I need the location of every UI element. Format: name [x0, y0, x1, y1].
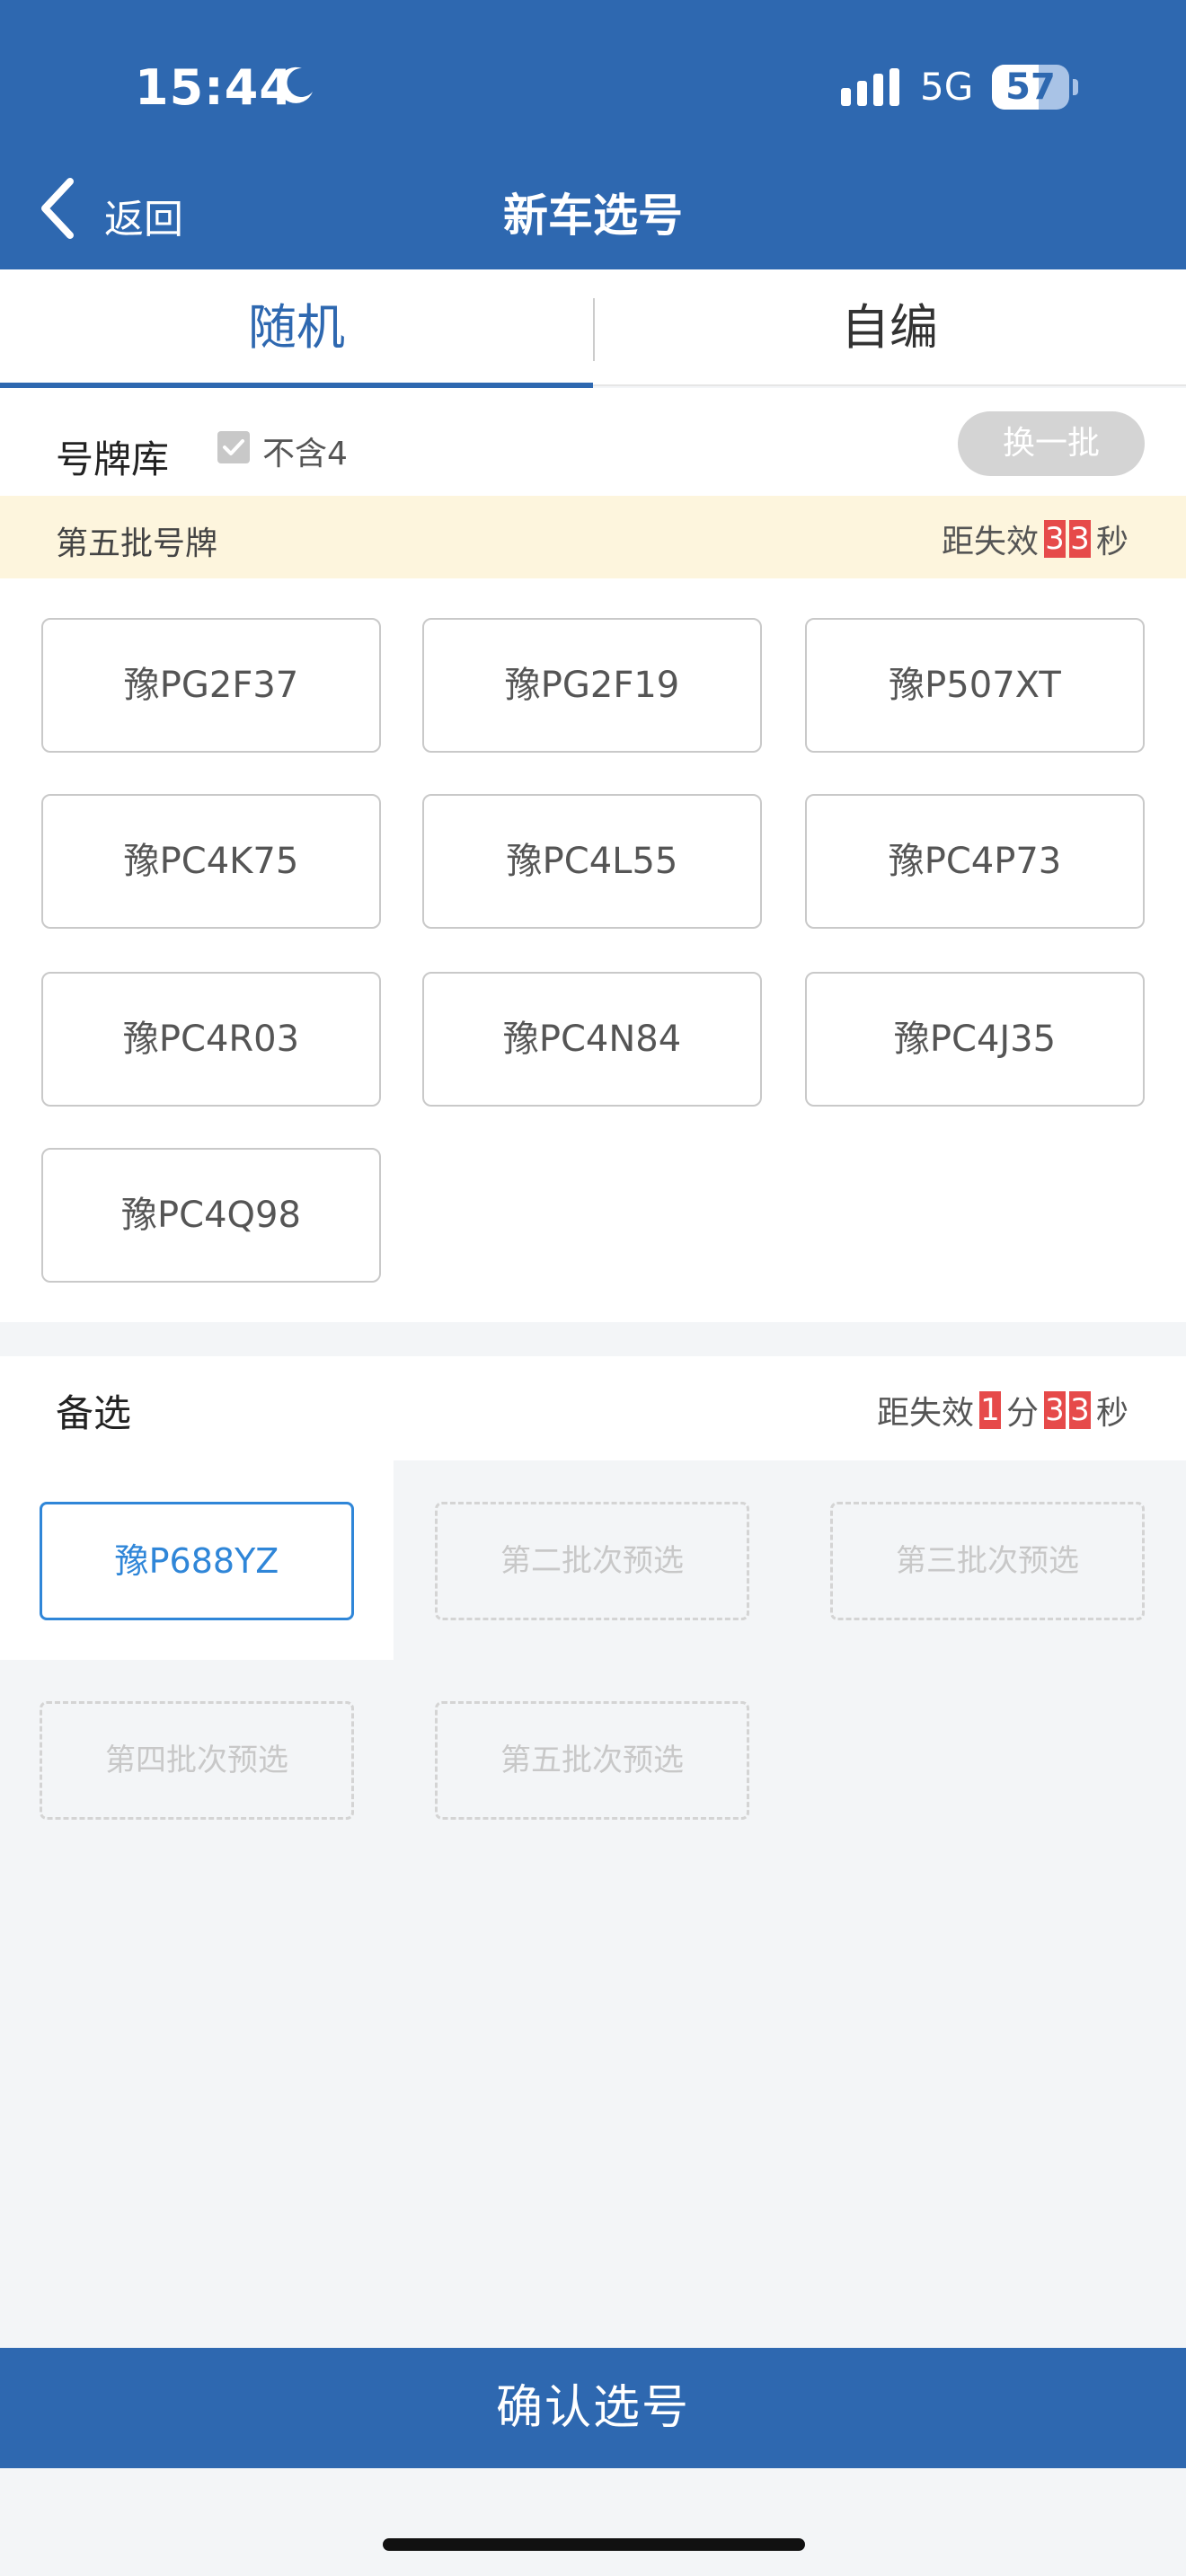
batch-title: 第五批号牌: [56, 525, 218, 562]
alternatives-header: 备选 距失效 1 分 3 3 秒: [0, 1356, 1186, 1460]
plate-option[interactable]: 豫PC4P73: [805, 794, 1145, 929]
plate-option[interactable]: 豫PC4Q98: [41, 1148, 381, 1283]
tab-bar: 随机 自编: [0, 269, 1186, 388]
checkbox-icon: [217, 431, 250, 463]
network-type: 5G: [920, 65, 974, 109]
alternatives-title: 备选: [56, 1391, 132, 1435]
app-header: 15:44 5G 57 返回 新车选号: [0, 0, 1186, 269]
plate-option[interactable]: 豫PG2F37: [41, 618, 381, 753]
countdown-digit: 3: [1043, 520, 1066, 558]
alternatives-section: 备选 距失效 1 分 3 3 秒 豫P688YZ 第二批次预选 第三批次预选 第…: [0, 1356, 1186, 1820]
countdown-seconds-unit: 秒: [1095, 1395, 1128, 1432]
signal-icon: [841, 68, 899, 106]
library-title: 号牌库: [56, 437, 170, 481]
plate-option[interactable]: 豫PC4L55: [422, 794, 762, 929]
plate-option[interactable]: 豫PC4K75: [41, 794, 381, 929]
tab-random[interactable]: 随机: [0, 269, 593, 388]
plate-option[interactable]: 豫P507XT: [805, 618, 1145, 753]
tab-random-label: 随机: [248, 299, 345, 356]
plate-option[interactable]: 豫PC4R03: [41, 972, 381, 1107]
alternative-slot[interactable]: 第二批次预选: [435, 1502, 749, 1620]
plate-option[interactable]: 豫PC4J35: [805, 972, 1145, 1107]
countdown-digit: 3: [1043, 1391, 1066, 1429]
confirm-button[interactable]: 确认选号: [0, 2348, 1186, 2468]
countdown-minutes-unit: 分: [1005, 1395, 1039, 1432]
alternative-slot[interactable]: 第五批次预选: [435, 1701, 749, 1820]
countdown-digit: 1: [978, 1391, 1001, 1429]
tab-custom[interactable]: 自编: [593, 269, 1186, 386]
checkmark-icon: [223, 439, 244, 455]
batch-countdown: 距失效 3 3 秒: [938, 516, 1132, 562]
plate-option[interactable]: 豫PG2F19: [422, 618, 762, 753]
page-title: 新车选号: [503, 190, 683, 242]
plate-library: 号牌库 不含4 换一批 第五批号牌 距失效 3 3 秒 豫PG2F37 豫PG2…: [0, 388, 1186, 1322]
battery-level: 57: [1005, 66, 1056, 108]
countdown-suffix: 秒: [1095, 524, 1128, 560]
status-time: 15:44: [135, 59, 294, 116]
countdown-prefix: 距失效: [876, 1395, 974, 1432]
countdown-digit: 3: [1068, 520, 1091, 558]
countdown-digit: 3: [1068, 1391, 1091, 1429]
alternative-slot-selected[interactable]: 豫P688YZ: [40, 1502, 354, 1620]
home-indicator: [383, 2538, 805, 2551]
tab-custom-label: 自编: [841, 299, 938, 356]
batch-bar: 第五批号牌 距失效 3 3 秒: [0, 496, 1186, 578]
plate-option[interactable]: 豫PC4N84: [422, 972, 762, 1107]
countdown-prefix: 距失效: [941, 524, 1039, 560]
alternative-slot[interactable]: 第三批次预选: [830, 1502, 1145, 1620]
alternatives-countdown: 距失效 1 分 3 3 秒: [873, 1387, 1132, 1434]
swap-batch-button[interactable]: 换一批: [958, 411, 1145, 476]
exclude-four-label: 不含4: [262, 436, 348, 472]
battery-icon: 57: [992, 65, 1069, 110]
alternative-slot[interactable]: 第四批次预选: [40, 1701, 354, 1820]
moon-icon: [278, 66, 313, 103]
